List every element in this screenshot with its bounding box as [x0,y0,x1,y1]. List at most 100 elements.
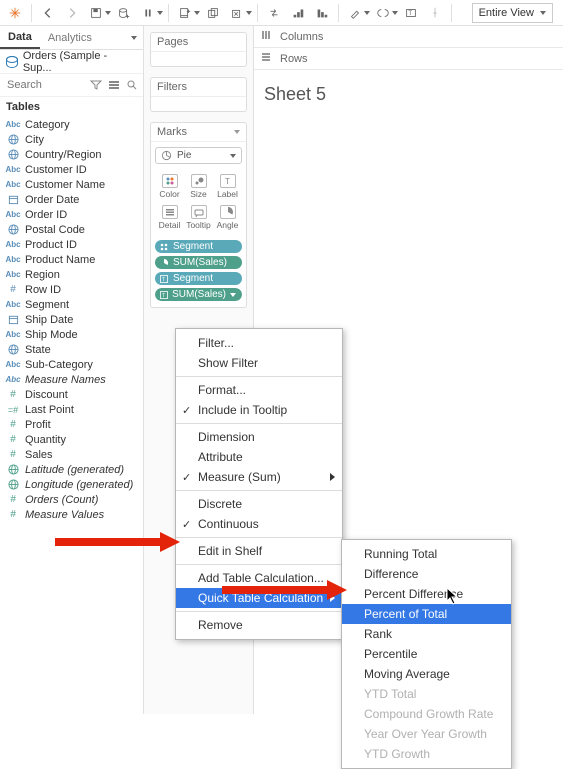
field-item[interactable]: AbcCategory [0,117,143,132]
view-as-icon[interactable] [107,78,121,92]
field-type-icon [6,344,20,355]
field-item[interactable]: AbcCustomer Name [0,177,143,192]
labels-icon[interactable]: T [400,2,422,24]
field-item[interactable]: Postal Code [0,222,143,237]
field-item[interactable]: Order Date [0,192,143,207]
field-item[interactable]: State [0,342,143,357]
menu-item[interactable]: Percent of Total [342,604,511,624]
menu-item[interactable]: Edit in Shelf [176,541,342,561]
field-item[interactable]: AbcSub-Category [0,357,143,372]
highlight-icon[interactable] [344,2,370,24]
pin-icon[interactable] [424,2,446,24]
menu-item[interactable]: Rank [342,624,511,644]
menu-item[interactable]: Moving Average [342,664,511,684]
fit-select[interactable]: Entire View [472,3,553,23]
menu-item[interactable]: Dimension [176,427,342,447]
field-item[interactable]: #Measure Values [0,507,143,522]
back-icon[interactable] [37,2,59,24]
marks-cell-label: Label [217,189,238,199]
field-item[interactable]: AbcMeasure Names [0,372,143,387]
field-type-icon: # [6,389,20,400]
menu-item[interactable]: Running Total [342,544,511,564]
menu-item[interactable]: Filter... [176,333,342,353]
field-item[interactable]: AbcCustomer ID [0,162,143,177]
field-item[interactable]: #Orders (Count) [0,492,143,507]
menu-item[interactable]: Show Filter [176,353,342,373]
field-item[interactable]: Longitude (generated) [0,477,143,492]
duplicate-icon[interactable] [202,2,224,24]
pill[interactable]: Segment [155,240,242,253]
field-item[interactable]: City [0,132,143,147]
menu-item[interactable]: Continuous [176,514,342,534]
field-label: Sales [25,449,53,461]
field-item[interactable]: #Quantity [0,432,143,447]
menu-item[interactable]: Discrete [176,494,342,514]
field-item[interactable]: #Profit [0,417,143,432]
forward-icon[interactable] [61,2,83,24]
pill[interactable]: SUM(Sales) [155,256,242,269]
menu-item[interactable]: Percent Difference [342,584,511,604]
menu-item[interactable]: Attribute [176,447,342,467]
field-item[interactable]: AbcProduct ID [0,237,143,252]
clear-icon[interactable] [226,2,252,24]
field-item[interactable]: AbcProduct Name [0,252,143,267]
pill[interactable]: TSegment [155,272,242,285]
menu-item[interactable]: Percentile [342,644,511,664]
menu-item[interactable]: Measure (Sum) [176,467,342,487]
pill[interactable]: TSUM(Sales) [155,288,242,301]
menu-item[interactable]: Format... [176,380,342,400]
tab-analytics[interactable]: Analytics [40,26,100,49]
rows-shelf[interactable]: Rows [254,48,563,70]
field-item[interactable]: Country/Region [0,147,143,162]
columns-shelf[interactable]: Columns [254,26,563,48]
new-worksheet-icon[interactable] [174,2,200,24]
pane-menu-icon[interactable] [131,36,137,40]
tab-data[interactable]: Data [0,26,40,49]
menu-item[interactable]: Include in Tooltip [176,400,342,420]
search-input[interactable] [4,77,85,93]
field-item[interactable]: AbcRegion [0,267,143,282]
pages-shelf[interactable]: Pages [150,32,247,67]
field-type-icon [6,479,20,490]
field-item[interactable]: AbcSegment [0,297,143,312]
marks-cell-label[interactable]: TLabel [213,171,242,202]
pill-target-icon: T [159,274,169,284]
rows-label: Rows [280,53,308,65]
field-item[interactable]: Latitude (generated) [0,462,143,477]
field-item[interactable]: Ship Date [0,312,143,327]
save-button[interactable] [85,2,111,24]
marks-cell-size[interactable]: Size [184,171,213,202]
menu-item[interactable]: Remove [176,615,342,635]
field-item[interactable]: #Sales [0,447,143,462]
field-item[interactable]: AbcOrder ID [0,207,143,222]
menu-item[interactable]: Quick Table Calculation [176,588,342,608]
datasource-item[interactable]: Orders (Sample - Sup... [0,50,143,74]
field-item[interactable]: #Row ID [0,282,143,297]
marks-cell-detail[interactable]: Detail [155,202,184,233]
pause-updates-icon[interactable] [137,2,163,24]
menu-item[interactable]: Difference [342,564,511,584]
sort-desc-icon[interactable] [311,2,333,24]
filters-shelf[interactable]: Filters [150,77,247,112]
filters-shelf-title: Filters [151,78,246,97]
find-icon[interactable] [125,78,139,92]
marks-cell-icon [162,174,178,188]
sheet-title[interactable]: Sheet 5 [254,70,563,119]
field-item[interactable]: #Discount [0,387,143,402]
group-icon[interactable] [372,2,398,24]
chevron-down-icon[interactable] [234,130,240,134]
menu-item[interactable]: Add Table Calculation... [176,568,342,588]
marks-cell-color[interactable]: Color [155,171,184,202]
field-item[interactable]: AbcShip Mode [0,327,143,342]
filter-icon[interactable] [89,78,103,92]
new-datasource-icon[interactable] [113,2,135,24]
marks-grid: ColorSizeTLabel DetailTooltipAngle [151,169,246,237]
marks-cell-tooltip[interactable]: Tooltip [184,202,213,233]
marks-cell-angle[interactable]: Angle [213,202,242,233]
mark-type-select[interactable]: Pie [155,147,242,164]
pill-label: SUM(Sales) [173,257,227,268]
sort-asc-icon[interactable] [287,2,309,24]
field-item[interactable]: =#Last Point [0,402,143,417]
tableau-logo-icon[interactable] [4,2,26,24]
swap-icon[interactable] [263,2,285,24]
